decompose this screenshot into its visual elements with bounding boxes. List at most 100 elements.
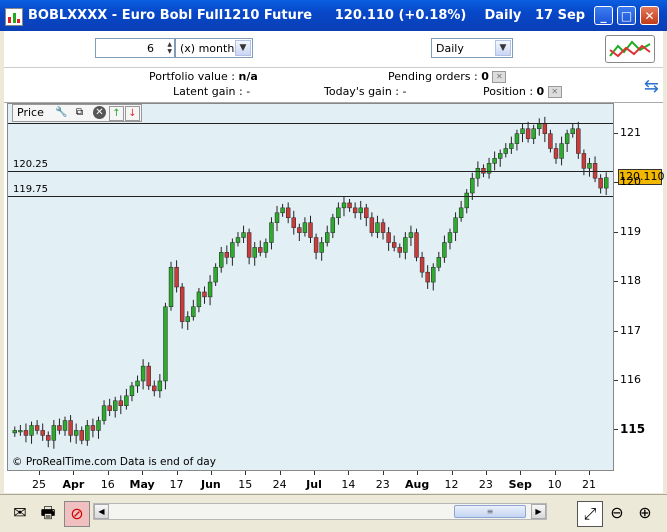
candle-body: [101, 405, 107, 421]
arrow-down-icon[interactable]: ↓: [125, 106, 140, 121]
scroll-right-icon[interactable]: ▶: [531, 504, 546, 519]
chart-scrollbar[interactable]: ◀ ≡ ▶: [93, 503, 547, 520]
candle-body: [598, 177, 603, 189]
candle-body: [520, 128, 525, 134]
candle-body: [285, 207, 291, 219]
candle-body: [118, 400, 124, 406]
interval-select[interactable]: Daily ▼: [431, 38, 513, 58]
level-label-120-25: 120.25: [13, 158, 48, 170]
maximize-button[interactable]: □: [617, 6, 636, 25]
candle-body: [235, 237, 241, 243]
minimize-button[interactable]: _: [594, 6, 613, 25]
chart-type-button[interactable]: [605, 35, 655, 63]
x-tick-mark: [314, 471, 315, 475]
y-tick-label: 117: [620, 323, 641, 337]
candle-body: [548, 133, 553, 149]
period-unit-select[interactable]: (x) months ▼: [175, 38, 253, 58]
candle-body: [57, 425, 62, 431]
close-button[interactable]: ✕: [640, 6, 659, 25]
candle-body: [352, 207, 358, 214]
period-stepper[interactable]: 6 ▲ ▼: [95, 38, 175, 58]
candle-body: [258, 247, 263, 253]
y-tick-label: 120: [620, 175, 641, 189]
candle-body: [73, 430, 79, 436]
panel-label: Price: [17, 106, 44, 119]
y-tick-mark: [614, 330, 618, 332]
scroll-thumb[interactable]: ≡: [454, 505, 526, 518]
candle-body: [280, 207, 285, 214]
zoom-in-icon[interactable]: ⊕: [633, 501, 657, 525]
copy-icon[interactable]: ⧉: [73, 106, 86, 119]
candle-body: [23, 430, 29, 436]
zoom-out-icon[interactable]: ⊖: [605, 501, 629, 525]
candle-body: [330, 217, 336, 233]
candle-body: [514, 133, 520, 144]
candle-body: [191, 306, 196, 317]
candle-body: [269, 222, 274, 243]
candle-body: [458, 207, 464, 219]
y-tick-mark: [614, 379, 618, 381]
mail-icon[interactable]: ✉: [8, 501, 32, 525]
sync-arrows-icon[interactable]: ⇆: [644, 76, 659, 97]
x-tick-label: Sep: [508, 478, 532, 491]
close-icon[interactable]: ✕: [547, 86, 562, 98]
y-tick-label: 119: [620, 224, 641, 238]
x-tick-mark: [589, 471, 590, 475]
x-tick-mark: [73, 471, 75, 475]
chart-toolbar: 6 ▲ ▼ (x) months ▼ Daily ▼: [4, 31, 663, 68]
x-tick-label: 24: [272, 478, 287, 491]
candle-body: [124, 395, 129, 406]
close-icon[interactable]: ✕: [93, 106, 106, 119]
candle-body: [475, 168, 481, 179]
x-tick-label: Jun: [200, 478, 221, 491]
level-line-120-25[interactable]: [8, 170, 613, 172]
no-trading-icon[interactable]: ⊘: [64, 501, 90, 527]
candle-body: [492, 158, 497, 164]
window-titlebar: BOBLXXXX - Euro Bobl Full1210 Future 120…: [0, 0, 667, 31]
x-tick-mark: [417, 471, 419, 475]
window-title: BOBLXXXX - Euro Bobl Full1210 Future 120…: [28, 8, 586, 23]
x-tick-mark: [176, 471, 178, 475]
candle-body: [425, 271, 430, 283]
candlestick-chart: [12, 116, 609, 449]
print-icon[interactable]: 🖶: [36, 501, 60, 525]
y-tick-label: 115: [620, 422, 646, 437]
price-axis[interactable]: 120.110 121 120 119 118 117 116 115: [614, 103, 665, 471]
candle-body: [570, 128, 575, 134]
candle-body: [447, 232, 453, 243]
chevron-down-icon[interactable]: ▼: [235, 40, 251, 56]
x-tick-mark: [142, 471, 144, 475]
wrench-icon[interactable]: 🔧: [55, 106, 68, 119]
period-value: 6: [147, 42, 154, 55]
candle-body: [497, 153, 503, 159]
y-tick-mark: [614, 281, 618, 283]
candle-body: [537, 123, 542, 129]
close-icon[interactable]: ✕: [492, 71, 507, 83]
level-line-119-75[interactable]: [8, 195, 613, 197]
candle-body: [135, 380, 140, 387]
auto-zoom-icon[interactable]: ⤢: [577, 501, 603, 527]
candle-body: [179, 286, 185, 322]
todays-gain-row: Today's gain : -: [324, 85, 407, 98]
x-tick-label: 14: [341, 478, 356, 491]
position-row: Position : 0 ✕: [483, 85, 562, 98]
x-tick-mark: [382, 471, 384, 475]
chevron-down-icon[interactable]: ▼: [495, 40, 511, 56]
candle-body: [146, 365, 151, 387]
candle-body: [174, 266, 179, 288]
candle-body: [113, 400, 118, 411]
candle-body: [129, 385, 135, 397]
x-tick-label: Jul: [306, 478, 322, 491]
candle-body: [46, 435, 51, 441]
chart-area: 120.25 119.75 Price 🔧 ⧉ ✕ ↑ ↓ © ProRealT…: [4, 103, 665, 493]
y-tick-mark: [614, 132, 618, 134]
stepper-arrows-icon[interactable]: ▲ ▼: [167, 41, 172, 55]
candle-body: [18, 430, 23, 433]
scroll-left-icon[interactable]: ◀: [94, 504, 109, 519]
arrow-up-icon[interactable]: ↑: [109, 106, 124, 121]
candle-body: [168, 266, 174, 308]
date-axis[interactable]: 25 Apr 16 May 17 Jun 15 24 Jul 14 23 Aug 12 23 Sep 10 21: [7, 471, 614, 493]
price-plot[interactable]: 120.25 119.75 Price 🔧 ⧉ ✕ ↑ ↓ © ProRealT…: [7, 103, 614, 471]
latent-gain-row: Latent gain : -: [173, 85, 251, 98]
candle-body: [369, 217, 375, 233]
